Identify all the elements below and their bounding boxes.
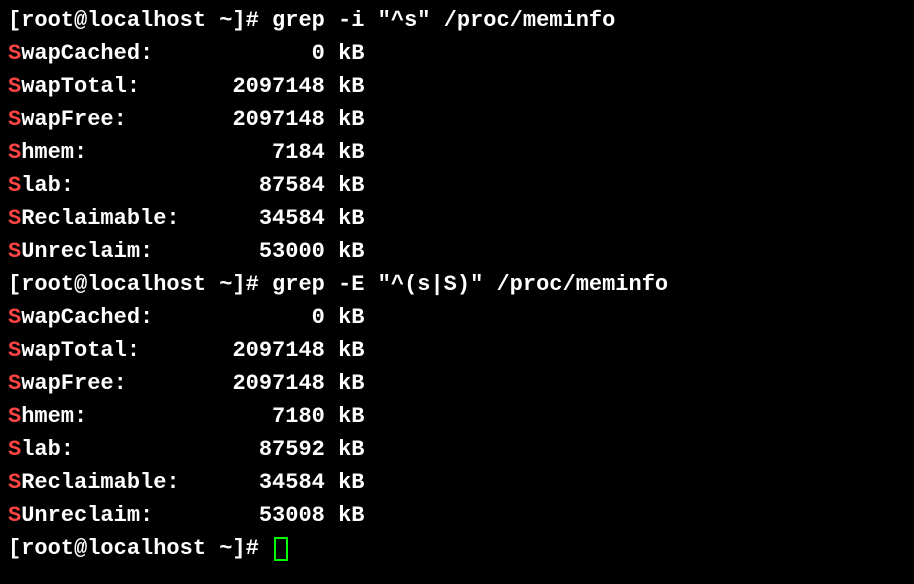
output-row: Slab: 87584 kB bbox=[8, 169, 906, 202]
output-row: SReclaimable: 34584 kB bbox=[8, 202, 906, 235]
match-highlight: S bbox=[8, 404, 21, 429]
output-unit: kB bbox=[325, 239, 365, 264]
output-unit: kB bbox=[325, 140, 365, 165]
prompt-line[interactable]: [root@localhost ~]# bbox=[8, 532, 906, 565]
output-value: 7184 bbox=[219, 140, 325, 165]
shell-prompt: [root@localhost ~]# bbox=[8, 272, 272, 297]
output-label: wapCached: bbox=[21, 305, 219, 330]
match-highlight: S bbox=[8, 437, 21, 462]
match-highlight: S bbox=[8, 371, 21, 396]
output-unit: kB bbox=[325, 107, 365, 132]
output-unit: kB bbox=[325, 305, 365, 330]
output-unit: kB bbox=[325, 173, 365, 198]
shell-prompt: [root@localhost ~]# bbox=[8, 8, 272, 33]
output-row: SUnreclaim: 53008 kB bbox=[8, 499, 906, 532]
output-row: SwapTotal: 2097148 kB bbox=[8, 70, 906, 103]
output-row: Shmem: 7180 kB bbox=[8, 400, 906, 433]
match-highlight: S bbox=[8, 41, 21, 66]
command-text: grep -i "^s" /proc/meminfo bbox=[272, 8, 615, 33]
output-label: wapFree: bbox=[21, 371, 219, 396]
match-highlight: S bbox=[8, 206, 21, 231]
output-row: SUnreclaim: 53000 kB bbox=[8, 235, 906, 268]
output-unit: kB bbox=[325, 404, 365, 429]
output-row: Shmem: 7184 kB bbox=[8, 136, 906, 169]
output-value: 87592 bbox=[219, 437, 325, 462]
output-value: 2097148 bbox=[219, 107, 325, 132]
prompt-line: [root@localhost ~]# grep -i "^s" /proc/m… bbox=[8, 4, 906, 37]
cursor[interactable] bbox=[274, 537, 288, 561]
output-value: 0 bbox=[219, 305, 325, 330]
output-row: SwapFree: 2097148 kB bbox=[8, 367, 906, 400]
output-unit: kB bbox=[325, 371, 365, 396]
terminal-output: [root@localhost ~]# grep -i "^s" /proc/m… bbox=[8, 4, 906, 565]
output-label: Unreclaim: bbox=[21, 239, 219, 264]
output-row: SwapTotal: 2097148 kB bbox=[8, 334, 906, 367]
prompt-line: [root@localhost ~]# grep -E "^(s|S)" /pr… bbox=[8, 268, 906, 301]
output-value: 2097148 bbox=[219, 371, 325, 396]
match-highlight: S bbox=[8, 140, 21, 165]
output-unit: kB bbox=[325, 41, 365, 66]
output-unit: kB bbox=[325, 74, 365, 99]
output-row: SReclaimable: 34584 kB bbox=[8, 466, 906, 499]
output-label: wapFree: bbox=[21, 107, 219, 132]
output-value: 87584 bbox=[219, 173, 325, 198]
output-value: 53000 bbox=[219, 239, 325, 264]
output-unit: kB bbox=[325, 503, 365, 528]
output-value: 2097148 bbox=[219, 338, 325, 363]
output-value: 34584 bbox=[219, 470, 325, 495]
output-label: wapTotal: bbox=[21, 338, 219, 363]
output-row: SwapCached: 0 kB bbox=[8, 37, 906, 70]
output-row: SwapCached: 0 kB bbox=[8, 301, 906, 334]
output-value: 2097148 bbox=[219, 74, 325, 99]
output-value: 34584 bbox=[219, 206, 325, 231]
output-value: 7180 bbox=[219, 404, 325, 429]
output-label: Reclaimable: bbox=[21, 206, 219, 231]
output-value: 53008 bbox=[219, 503, 325, 528]
output-label: wapTotal: bbox=[21, 74, 219, 99]
output-label: Unreclaim: bbox=[21, 503, 219, 528]
match-highlight: S bbox=[8, 173, 21, 198]
match-highlight: S bbox=[8, 503, 21, 528]
output-value: 0 bbox=[219, 41, 325, 66]
output-label: lab: bbox=[21, 173, 219, 198]
output-label: lab: bbox=[21, 437, 219, 462]
match-highlight: S bbox=[8, 470, 21, 495]
output-unit: kB bbox=[325, 338, 365, 363]
output-label: wapCached: bbox=[21, 41, 219, 66]
match-highlight: S bbox=[8, 305, 21, 330]
match-highlight: S bbox=[8, 74, 21, 99]
output-label: Reclaimable: bbox=[21, 470, 219, 495]
shell-prompt: [root@localhost ~]# bbox=[8, 536, 272, 561]
output-row: Slab: 87592 kB bbox=[8, 433, 906, 466]
match-highlight: S bbox=[8, 107, 21, 132]
command-text: grep -E "^(s|S)" /proc/meminfo bbox=[272, 272, 668, 297]
match-highlight: S bbox=[8, 239, 21, 264]
output-row: SwapFree: 2097148 kB bbox=[8, 103, 906, 136]
output-label: hmem: bbox=[21, 404, 219, 429]
output-unit: kB bbox=[325, 470, 365, 495]
output-unit: kB bbox=[325, 206, 365, 231]
output-unit: kB bbox=[325, 437, 365, 462]
output-label: hmem: bbox=[21, 140, 219, 165]
match-highlight: S bbox=[8, 338, 21, 363]
